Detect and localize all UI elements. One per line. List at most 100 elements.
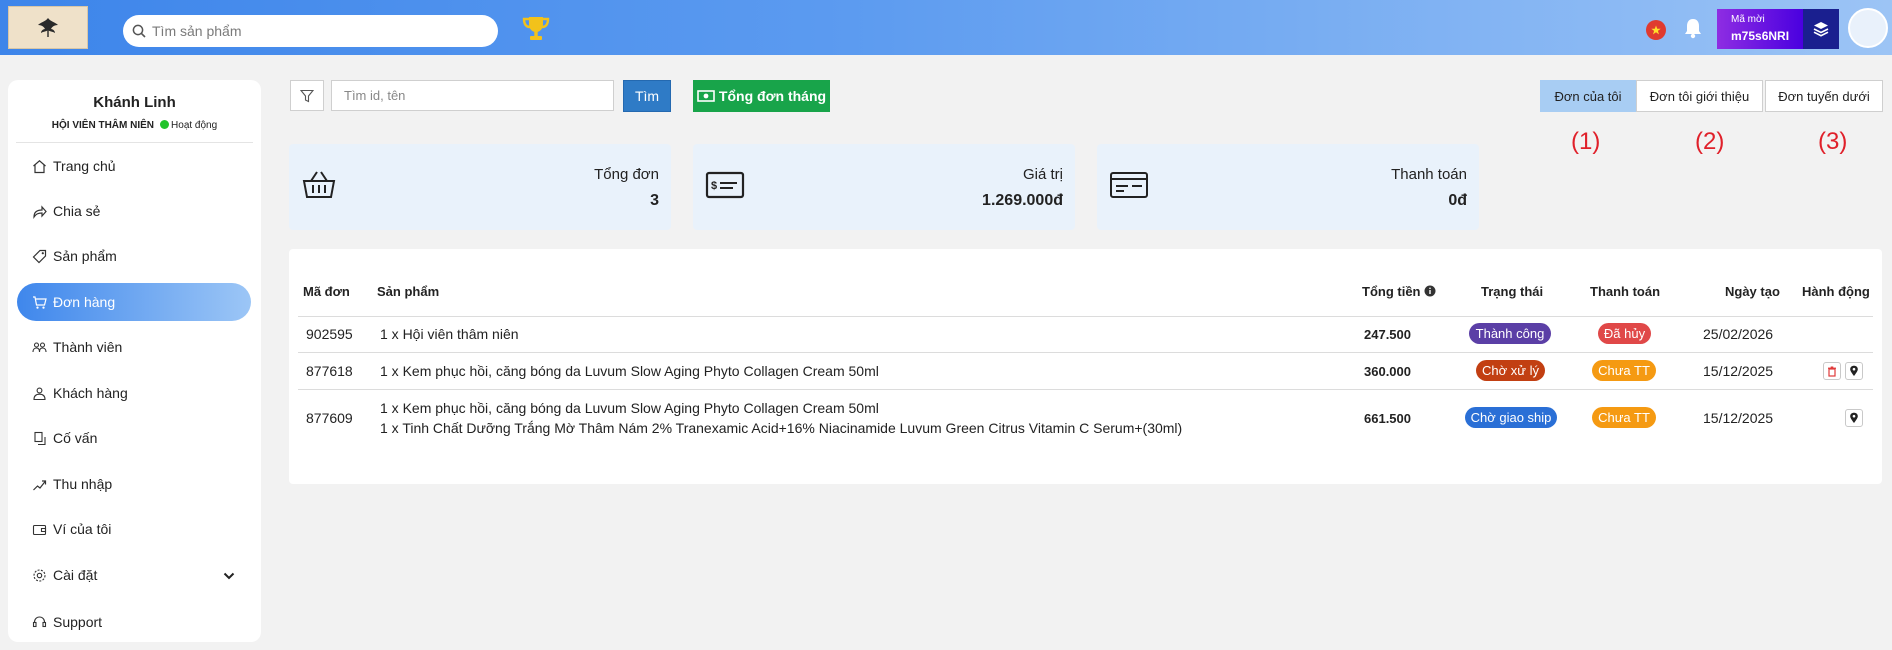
sidebar-item-label: Khách hàng	[53, 385, 128, 401]
locate-order-button[interactable]	[1845, 409, 1863, 427]
user-name: Khánh Linh	[93, 94, 176, 111]
support-icon	[31, 614, 47, 630]
basket-icon	[301, 170, 337, 205]
share-icon	[31, 203, 47, 219]
sidebar-item-advisor[interactable]: Cố vấn	[17, 419, 251, 457]
order-id: 902595	[306, 326, 353, 342]
invite-code-value: m75s6NRI	[1731, 29, 1790, 43]
status-badge: Chờ giao ship	[1465, 407, 1557, 428]
stat-value: 1.269.000đ	[982, 192, 1063, 209]
tab-marker-3: (3)	[1818, 128, 1848, 155]
income-icon	[31, 476, 47, 492]
user-rank-label: HỘI VIÊN THÂM NIÊN	[51, 120, 155, 131]
order-id: 877618	[306, 363, 353, 379]
logo-emblem-icon	[38, 17, 58, 37]
payment-badge: Chưa TT	[1592, 360, 1656, 381]
monthly-orders-button[interactable]: Tổng đơn tháng	[693, 80, 830, 112]
order-date: 25/02/2026	[1703, 326, 1774, 342]
sidebar-item-customers[interactable]: Khách hàng	[17, 374, 251, 412]
info-icon[interactable]	[1424, 285, 1436, 297]
sidebar-item-products[interactable]: Sản phẩm	[17, 237, 251, 275]
order-date: 15/12/2025	[1703, 410, 1774, 426]
sidebar-item-label: Support	[53, 614, 103, 630]
status-badge: Chờ xử lý	[1476, 360, 1545, 381]
home-icon	[31, 158, 47, 174]
find-button[interactable]: Tìm	[623, 80, 671, 112]
tab-marker-1: (1)	[1571, 128, 1601, 155]
sidebar-item-share[interactable]: Chia sẻ	[17, 192, 251, 230]
sidebar-item-label: Đơn hàng	[53, 294, 116, 310]
chevron-down-icon[interactable]	[223, 568, 235, 584]
stat-value: 3	[650, 192, 659, 209]
stat-card-total-orders: Tổng đơn 3	[289, 144, 671, 230]
invite-code-label: Mã mời	[1731, 14, 1765, 25]
sidebar: Khánh Linh HỘI VIÊN THÂM NIÊN Hoạt động T…	[8, 80, 261, 642]
status-dot	[160, 120, 170, 129]
user-status: Hoạt động	[171, 120, 218, 131]
sidebar-item-label: Sản phẩm	[53, 248, 117, 264]
column-header-id: Mã đơn	[303, 284, 350, 299]
table-divider	[298, 316, 1873, 317]
stat-label: Tổng đơn	[594, 166, 659, 183]
order-product: 1 x Hội viên thâm niên	[380, 326, 519, 342]
layers-button[interactable]	[1803, 9, 1839, 49]
map-pin-icon	[1850, 365, 1858, 376]
sidebar-item-label: Cài đặt	[53, 567, 98, 583]
sidebar-item-wallet[interactable]: Ví của tôi	[17, 510, 251, 548]
settings-icon	[31, 567, 47, 583]
sidebar-item-settings[interactable]: Cài đặt	[17, 556, 251, 594]
filter-button[interactable]	[290, 80, 324, 111]
column-header-total-label: Tổng tiền	[1362, 284, 1421, 299]
locate-order-button[interactable]	[1845, 362, 1863, 380]
sidebar-item-label: Trang chủ	[53, 158, 116, 174]
users-icon	[31, 339, 47, 355]
column-header-payment: Thanh toán	[1590, 284, 1661, 299]
svg-text:$: $	[711, 180, 717, 192]
sidebar-item-label: Ví của tôi	[53, 521, 112, 537]
stat-card-value: $ Giá trị 1.269.000đ	[693, 144, 1075, 230]
delete-order-button[interactable]	[1823, 362, 1841, 380]
brand-logo[interactable]	[8, 6, 88, 49]
column-header-product: Sản phẩm	[377, 284, 440, 299]
money-icon	[697, 90, 715, 102]
user-avatar[interactable]	[1848, 8, 1888, 48]
sidebar-item-home[interactable]: Trang chủ	[17, 147, 251, 185]
sidebar-item-support[interactable]: Support	[17, 603, 251, 641]
stat-value: 0đ	[1448, 192, 1467, 209]
stat-card-payment: Thanh toán 0đ	[1097, 144, 1479, 230]
advisor-icon	[31, 430, 47, 446]
language-flag-icon[interactable]	[1646, 20, 1666, 40]
trophy-icon[interactable]	[520, 14, 552, 49]
sidebar-item-label: Cố vấn	[53, 430, 98, 446]
sidebar-item-label: Thu nhập	[53, 476, 113, 492]
table-divider	[298, 389, 1873, 390]
product-search-box[interactable]	[123, 15, 498, 47]
cart-icon	[31, 294, 47, 310]
order-total: 661.500	[1364, 411, 1411, 426]
sidebar-divider	[16, 142, 253, 143]
map-pin-icon	[1850, 412, 1858, 423]
stat-label: Giá trị	[1022, 166, 1063, 183]
sidebar-item-income[interactable]: Thu nhập	[17, 465, 251, 503]
sidebar-item-orders[interactable]: Đơn hàng	[17, 283, 251, 321]
filter-icon	[300, 89, 314, 102]
product-search-input[interactable]	[152, 23, 472, 39]
table-divider	[298, 352, 1873, 353]
orders-table: Mã đơn Sản phẩm Tổng tiền Trạng thái Tha…	[289, 249, 1882, 484]
tab-my-orders[interactable]: Đơn của tôi	[1540, 80, 1636, 112]
tab-marker-2: (2)	[1695, 128, 1725, 155]
order-search-input[interactable]	[331, 80, 614, 111]
order-product: 1 x Kem phục hồi, căng bóng da Luvum Slo…	[380, 363, 879, 379]
stat-label: Thanh toán	[1391, 166, 1467, 183]
tab-referred-orders[interactable]: Đơn tôi giới thiệu	[1636, 80, 1763, 112]
sidebar-item-label: Thành viên	[53, 339, 123, 355]
payment-badge: Chưa TT	[1592, 407, 1656, 428]
status-badge: Thành công	[1469, 323, 1551, 344]
column-header-total: Tổng tiền	[1362, 284, 1436, 299]
tab-downline-orders[interactable]: Đơn tuyến dưới	[1765, 80, 1883, 112]
monthly-orders-label: Tổng đơn tháng	[718, 88, 827, 104]
invite-code-box[interactable]: Mã mời m75s6NRI	[1717, 9, 1803, 49]
order-product: 1 x Kem phục hồi, căng bóng da Luvum Slo…	[380, 400, 879, 416]
notification-bell-icon[interactable]	[1683, 17, 1703, 44]
sidebar-item-members[interactable]: Thành viên	[17, 328, 251, 366]
